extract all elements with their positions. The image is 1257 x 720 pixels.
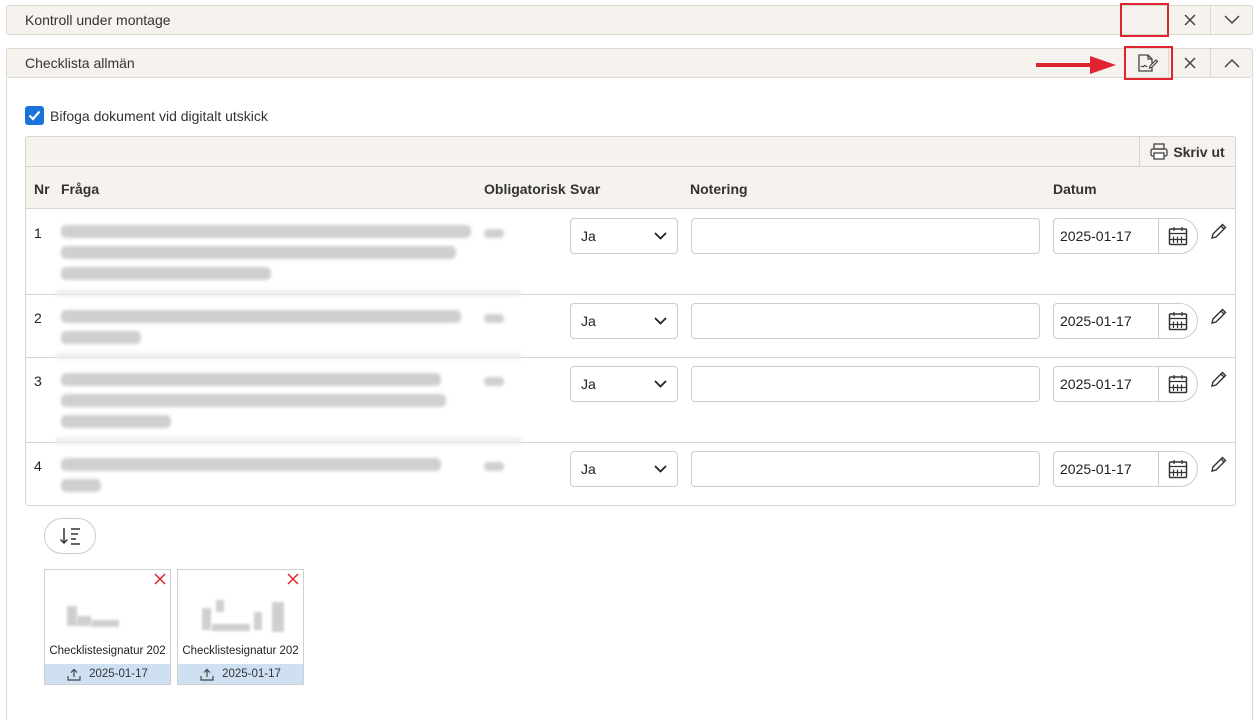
date-picker[interactable]: 2025-01-17 xyxy=(1053,366,1198,402)
checklist-table: Skriv ut Nr Fråga Obligatorisk Svar Note… xyxy=(25,136,1236,506)
attachment-footer: 2025-01-17 xyxy=(178,664,303,684)
attachment-card[interactable]: Checklistesignatur 202 2025-01-17 xyxy=(44,569,171,685)
table-row: 3 Ja 2025-01-17 xyxy=(26,358,1235,444)
collapse-button[interactable] xyxy=(1210,49,1252,77)
question-text-redacted xyxy=(61,310,461,352)
print-label: Skriv ut xyxy=(1173,143,1225,160)
question-text-redacted xyxy=(61,458,441,500)
calendar-button[interactable] xyxy=(1158,366,1198,402)
chevron-down-icon xyxy=(1223,15,1240,25)
answer-value: Ja xyxy=(581,313,596,329)
pencil-icon[interactable] xyxy=(1210,307,1228,325)
pencil-icon[interactable] xyxy=(1210,370,1228,388)
close-button[interactable] xyxy=(1168,6,1210,34)
mandatory-value-redacted xyxy=(484,229,504,238)
calendar-button[interactable] xyxy=(1158,303,1198,339)
answer-select[interactable]: Ja xyxy=(570,303,678,339)
answer-select[interactable]: Ja xyxy=(570,451,678,487)
attach-document-label: Bifoga dokument vid digitalt utskick xyxy=(50,107,268,124)
attachment-name: Checklistesignatur 202 xyxy=(49,645,166,657)
pencil-icon[interactable] xyxy=(1210,222,1228,240)
print-button[interactable]: Skriv ut xyxy=(1139,137,1235,166)
attachment-footer: 2025-01-17 xyxy=(45,664,170,684)
sign-document-icon xyxy=(1138,54,1158,72)
checkbox-checked-icon[interactable] xyxy=(25,106,44,125)
close-icon xyxy=(1183,14,1196,26)
date-picker[interactable]: 2025-01-17 xyxy=(1053,451,1198,487)
attach-document-option[interactable]: Bifoga dokument vid digitalt utskick xyxy=(25,106,268,125)
red-arrow-icon xyxy=(1036,56,1116,74)
upload-icon xyxy=(67,668,81,681)
mandatory-value-redacted xyxy=(484,377,504,386)
answer-value: Ja xyxy=(581,461,596,477)
note-input[interactable] xyxy=(691,451,1040,487)
sort-descending-icon xyxy=(59,528,80,545)
close-button[interactable] xyxy=(1168,49,1210,77)
row-number: 1 xyxy=(34,225,42,241)
panel-title: Kontroll under montage xyxy=(25,12,171,28)
row-number: 2 xyxy=(34,310,42,326)
panel-sign-button[interactable] xyxy=(1126,6,1168,34)
panel-header-kontroll[interactable]: Kontroll under montage xyxy=(6,5,1253,35)
date-picker[interactable]: 2025-01-17 xyxy=(1053,303,1198,339)
answer-select[interactable]: Ja xyxy=(570,218,678,254)
chevron-down-icon xyxy=(654,232,667,240)
answer-value: Ja xyxy=(581,376,596,392)
column-header-note: Notering xyxy=(690,181,748,197)
calendar-icon xyxy=(1168,375,1188,394)
checklist-panel-body: Bifoga dokument vid digitalt utskick Skr… xyxy=(6,78,1253,720)
signature-thumbnail xyxy=(192,594,290,640)
upload-icon xyxy=(200,668,214,681)
signature-thumbnail xyxy=(59,594,157,640)
remove-attachment-icon[interactable] xyxy=(154,573,166,585)
date-input[interactable]: 2025-01-17 xyxy=(1053,303,1158,339)
answer-select[interactable]: Ja xyxy=(570,366,678,402)
chevron-down-icon xyxy=(654,380,667,388)
column-header-mandatory: Obligatorisk xyxy=(484,181,566,197)
table-toolbar: Skriv ut xyxy=(26,137,1235,167)
sort-button[interactable] xyxy=(44,518,96,554)
calendar-icon xyxy=(1168,460,1188,479)
date-input[interactable]: 2025-01-17 xyxy=(1053,366,1158,402)
attachment-name: Checklistesignatur 202 xyxy=(182,645,299,657)
column-header-date: Datum xyxy=(1053,181,1097,197)
calendar-button[interactable] xyxy=(1158,218,1198,254)
row-number: 4 xyxy=(34,458,42,474)
answer-value: Ja xyxy=(581,228,596,244)
column-header-question: Fråga xyxy=(61,181,100,197)
chevron-down-icon xyxy=(654,465,667,473)
close-icon xyxy=(1183,57,1196,69)
sign-document-button[interactable] xyxy=(1126,49,1168,77)
attachment-date: 2025-01-17 xyxy=(222,668,281,680)
row-number: 3 xyxy=(34,373,42,389)
note-input[interactable] xyxy=(691,218,1040,254)
table-row: 2 Ja 2025-01-17 xyxy=(26,295,1235,359)
calendar-icon xyxy=(1168,227,1188,246)
calendar-button[interactable] xyxy=(1158,451,1198,487)
panel-title: Checklista allmän xyxy=(25,55,135,71)
chevron-down-icon xyxy=(654,317,667,325)
table-header: Nr Fråga Obligatorisk Svar Notering Datu… xyxy=(26,167,1235,209)
table-row: 4 Ja 2025-01-17 xyxy=(26,443,1235,505)
chevron-up-icon xyxy=(1223,58,1240,68)
mandatory-value-redacted xyxy=(484,314,504,323)
note-input[interactable] xyxy=(691,303,1040,339)
column-header-nr: Nr xyxy=(34,181,50,197)
date-input[interactable]: 2025-01-17 xyxy=(1053,218,1158,254)
column-header-answer: Svar xyxy=(570,181,601,197)
printer-icon xyxy=(1150,143,1168,160)
calendar-icon xyxy=(1168,312,1188,331)
expand-button[interactable] xyxy=(1210,6,1252,34)
date-picker[interactable]: 2025-01-17 xyxy=(1053,218,1198,254)
mandatory-value-redacted xyxy=(484,462,504,471)
attachment-date: 2025-01-17 xyxy=(89,668,148,680)
date-input[interactable]: 2025-01-17 xyxy=(1053,451,1158,487)
question-text-redacted xyxy=(61,373,446,436)
question-text-redacted xyxy=(61,225,471,288)
remove-attachment-icon[interactable] xyxy=(287,573,299,585)
pencil-icon[interactable] xyxy=(1210,455,1228,473)
attachment-card[interactable]: Checklistesignatur 202 2025-01-17 xyxy=(177,569,304,685)
note-input[interactable] xyxy=(691,366,1040,402)
table-row: 1 Ja 2025-01-17 xyxy=(26,210,1235,296)
